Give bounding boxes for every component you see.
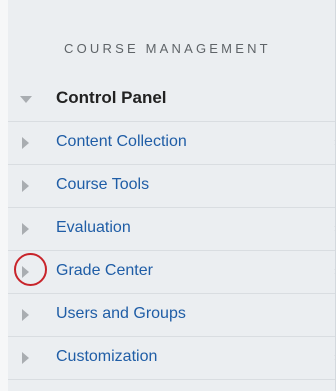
triangle-right-icon[interactable] [22,223,29,235]
course-management-panel: COURSE MANAGEMENT Control Panel Content … [0,0,336,391]
menu-item-label[interactable]: Content Collection [56,133,187,151]
triangle-right-icon[interactable] [22,352,29,364]
menu-item-label[interactable]: Customization [56,348,157,366]
menu-header-label: Control Panel [56,88,167,107]
highlight-circle-annotation [14,253,47,286]
menu-item-label[interactable]: Grade Center [56,262,153,280]
menu-item-customization[interactable]: Customization › [8,337,336,380]
triangle-right-icon[interactable] [22,137,29,149]
menu-header-control-panel[interactable]: Control Panel [8,78,336,122]
triangle-right-icon[interactable] [22,266,29,278]
triangle-down-icon[interactable] [20,96,32,103]
menu-item-evaluation[interactable]: Evaluation › [8,208,336,251]
control-panel-menu: Control Panel Content Collection › Cours… [8,78,336,380]
menu-item-content-collection[interactable]: Content Collection › [8,122,336,165]
menu-item-course-tools[interactable]: Course Tools [8,165,336,208]
menu-item-grade-center[interactable]: Grade Center › [8,251,336,294]
menu-item-label[interactable]: Evaluation [56,219,131,237]
section-title: COURSE MANAGEMENT [64,41,271,56]
menu-item-label[interactable]: Users and Groups [56,305,186,323]
triangle-right-icon[interactable] [22,180,29,192]
menu-item-users-and-groups[interactable]: Users and Groups [8,294,336,337]
menu-item-label[interactable]: Course Tools [56,176,149,194]
triangle-right-icon[interactable] [22,309,29,321]
